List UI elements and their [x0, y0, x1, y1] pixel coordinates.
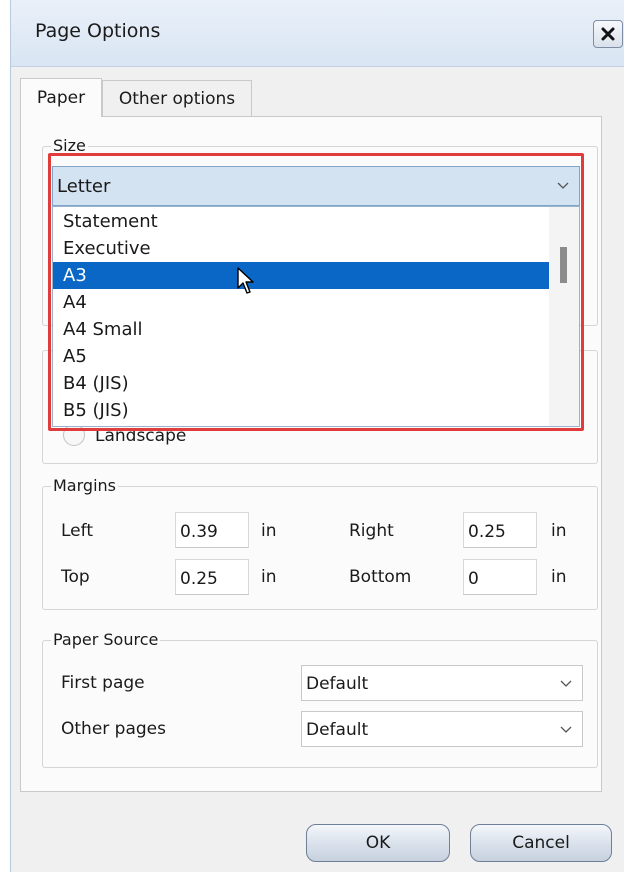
title-bar[interactable]: Page Options	[11, 0, 624, 67]
bottom-unit-label: in	[551, 567, 567, 587]
cancel-button[interactable]: Cancel	[470, 824, 612, 862]
other-pages-select[interactable]: Default	[301, 711, 583, 747]
other-pages-label: Other pages	[61, 719, 166, 739]
dropdown-option[interactable]: A5	[53, 343, 549, 370]
right-margin-label: Right	[349, 521, 394, 541]
left-unit-label: in	[261, 521, 277, 541]
first-page-value: Default	[306, 674, 369, 694]
close-icon	[601, 27, 615, 41]
dropdown-option[interactable]: A4	[53, 289, 549, 316]
paper-source-legend: Paper Source	[51, 630, 161, 649]
first-page-label: First page	[61, 673, 145, 693]
ok-button[interactable]: OK	[306, 824, 450, 862]
scrollbar-thumb[interactable]	[560, 247, 567, 283]
dropdown-option[interactable]: B4 (JIS)	[53, 370, 549, 397]
top-unit-label: in	[261, 567, 277, 587]
right-unit-label: in	[551, 521, 567, 541]
paper-source-group: Paper Source First page Default Other pa…	[42, 630, 598, 768]
first-page-select[interactable]: Default	[301, 665, 583, 701]
landscape-label: Landscape	[95, 426, 187, 446]
close-button[interactable]	[593, 20, 623, 48]
margins-group: Margins Left 0.39 in Right 0.25 in Top 0…	[42, 476, 598, 610]
dropdown-option-selected[interactable]: A3	[53, 262, 549, 289]
tab-other-options[interactable]: Other options	[102, 80, 252, 116]
bottom-margin-input[interactable]: 0	[463, 559, 537, 595]
dropdown-option[interactable]: Statement	[53, 208, 549, 235]
landscape-radio[interactable]	[63, 424, 85, 446]
size-legend: Size	[51, 136, 88, 155]
margins-legend: Margins	[51, 476, 118, 495]
tab-paper[interactable]: Paper	[20, 78, 102, 117]
chevron-down-icon	[560, 726, 572, 733]
top-margin-label: Top	[61, 567, 90, 587]
dropdown-option[interactable]: B5 (JIS)	[53, 397, 549, 424]
left-margin-label: Left	[61, 521, 93, 541]
top-margin-input[interactable]: 0.25	[175, 559, 249, 595]
dropdown-scrollbar[interactable]	[549, 207, 579, 426]
paper-size-dropdown-list[interactable]: Statement Executive A3 A4 A4 Small A5 B4…	[52, 206, 580, 427]
other-pages-value: Default	[306, 720, 369, 740]
chevron-down-icon	[560, 680, 572, 687]
paper-size-value: Letter	[57, 176, 111, 197]
right-margin-input[interactable]: 0.25	[463, 512, 537, 548]
paper-size-select[interactable]: Letter	[52, 166, 580, 206]
mouse-cursor-icon	[237, 267, 254, 294]
dialog-title: Page Options	[35, 20, 161, 42]
dropdown-option[interactable]: Executive	[53, 235, 549, 262]
chevron-down-icon	[557, 182, 569, 189]
dropdown-option[interactable]: A4 Small	[53, 316, 549, 343]
left-margin-input[interactable]: 0.39	[175, 512, 249, 548]
bottom-margin-label: Bottom	[349, 567, 412, 587]
